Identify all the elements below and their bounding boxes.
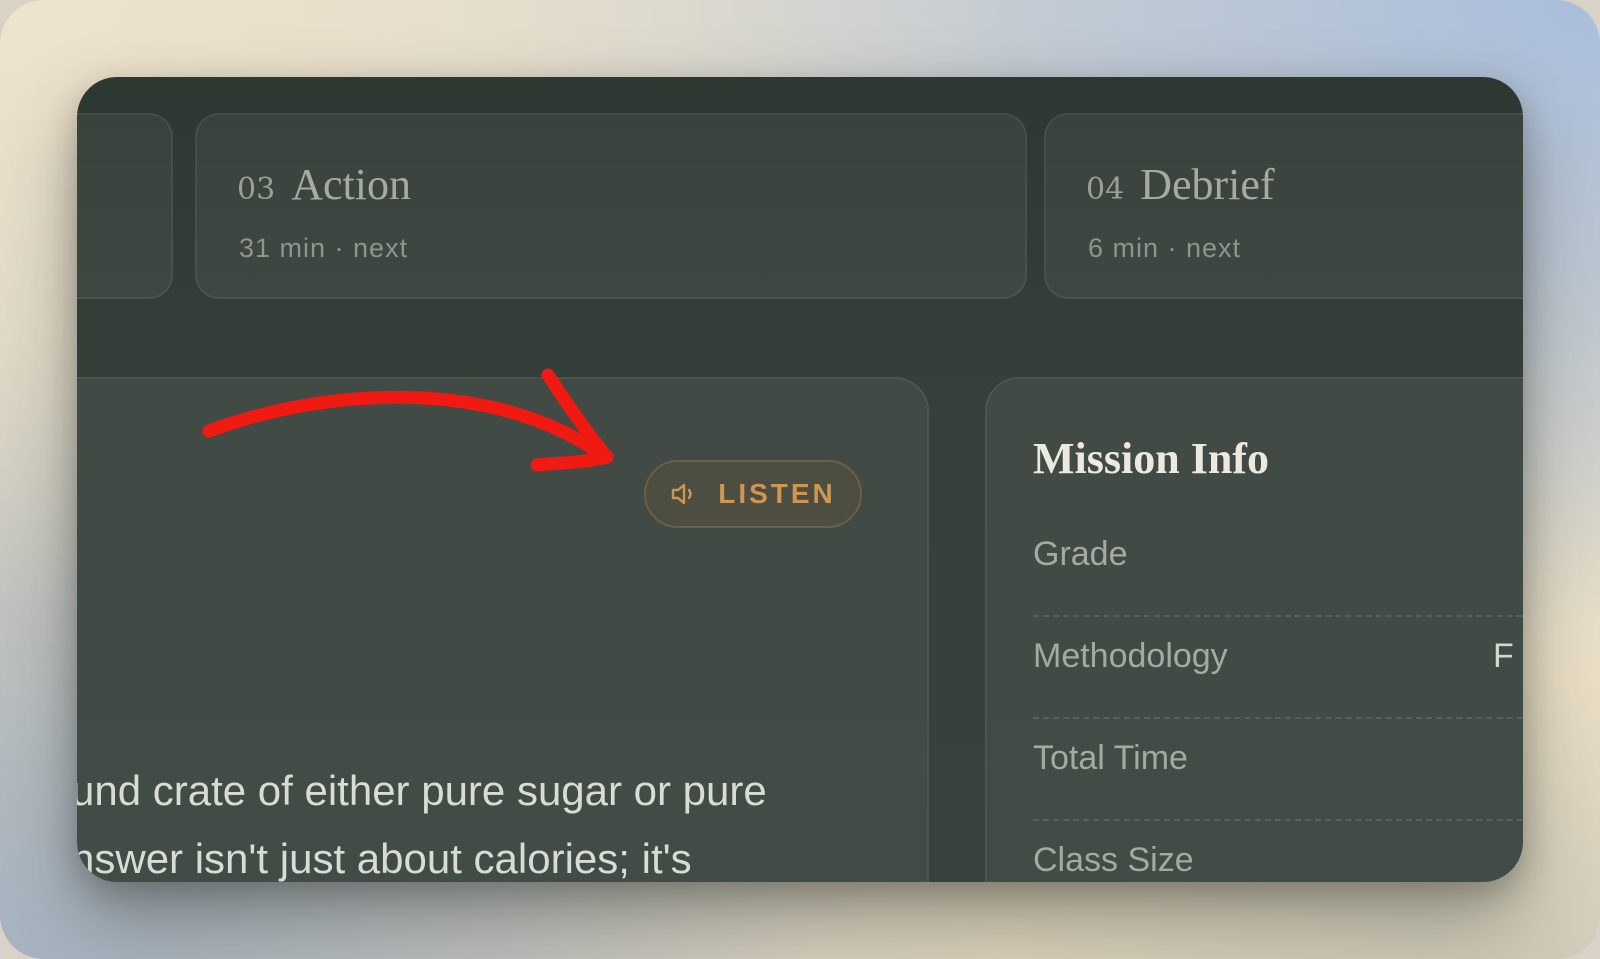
annotation-arrow-icon <box>202 368 614 472</box>
app-window: 03 Action 31 min · next 04 Debrief 6 min ·… <box>77 77 1523 882</box>
